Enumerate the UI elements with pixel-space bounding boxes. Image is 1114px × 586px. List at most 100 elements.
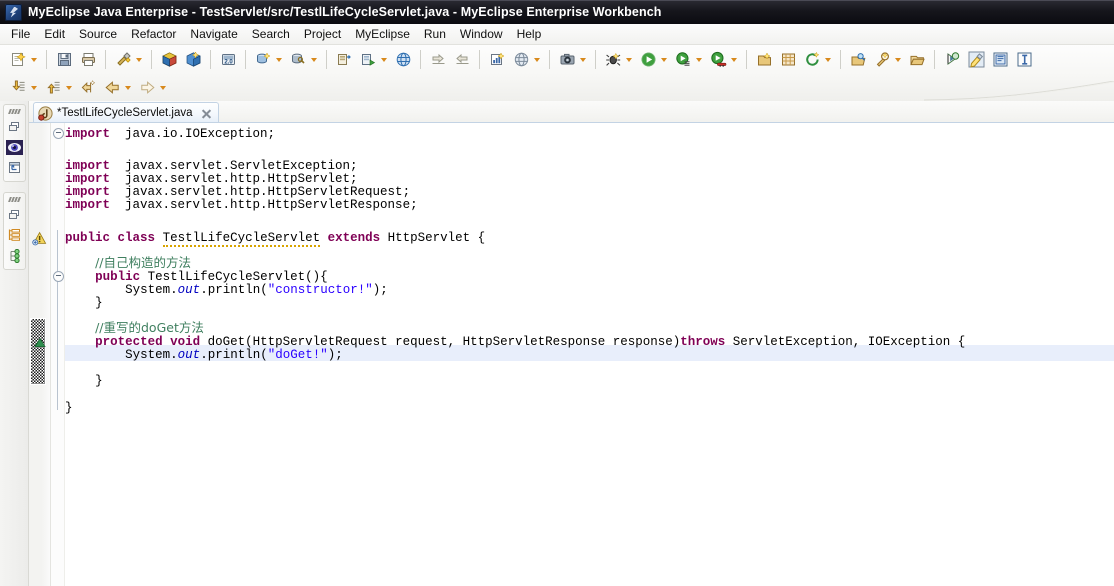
hierarchy-icon[interactable] [4,246,25,266]
chevron-down-icon[interactable] [30,76,39,98]
code-line[interactable]: public class TestlLifeCycleServlet exten… [65,230,486,247]
db-explorer-icon[interactable] [287,48,309,70]
chevron-down-icon[interactable] [30,48,39,70]
outline-icon[interactable] [4,225,25,245]
export-icon[interactable] [451,48,473,70]
code-text-layer[interactable]: import java.io.IOException; import javax.… [65,123,1114,586]
drag-grip[interactable] [4,107,25,115]
save-icon[interactable] [53,48,75,70]
deploy-blue-cube-icon[interactable] [182,48,204,70]
code-text: HttpServlet { [380,231,486,245]
close-icon[interactable] [200,107,213,120]
chevron-down-icon[interactable] [660,48,669,70]
code-keyword: class [117,231,156,245]
browser-icon[interactable] [392,48,414,70]
chevron-down-icon[interactable] [824,48,833,70]
chevron-down-icon[interactable] [625,48,634,70]
code-line[interactable]: import javax.servlet.http.HttpServletRes… [65,197,418,213]
editor-folding-column[interactable] [51,123,65,586]
chevron-down-icon[interactable] [310,48,319,70]
fold-collapse-icon[interactable] [53,271,64,282]
new-wizard-icon[interactable] [7,48,29,70]
menu-myeclipse[interactable]: MyEclipse [348,25,417,43]
code-text: } [65,401,73,415]
snapshot-icon[interactable] [556,48,578,70]
new-java-package-icon[interactable] [753,48,775,70]
run-server-icon[interactable] [357,48,379,70]
web-report-icon[interactable] [510,48,532,70]
code-line[interactable]: } [65,400,73,416]
menu-run[interactable]: Run [417,25,453,43]
toolbar-separator [549,49,550,69]
menu-search[interactable]: Search [245,25,297,43]
chevron-down-icon[interactable] [135,48,144,70]
new-database-icon[interactable] [252,48,274,70]
drag-grip[interactable] [4,195,25,203]
myeclipse-perspective-icon[interactable] [4,137,25,157]
chevron-down-icon[interactable] [65,76,74,98]
chevron-down-icon[interactable] [730,48,739,70]
ejb-20-icon[interactable]: 2.0 [217,48,239,70]
deploy-cube-icon[interactable] [158,48,180,70]
chevron-down-icon[interactable] [275,48,284,70]
java-file-icon [38,105,53,121]
run-external-icon[interactable] [707,48,729,70]
menu-source[interactable]: Source [72,25,124,43]
chevron-down-icon[interactable] [124,76,133,98]
code-line[interactable]: } [95,295,103,311]
toggle-block-selection-icon[interactable] [989,48,1011,70]
minimize-icon[interactable] [4,158,25,178]
forward-icon[interactable] [136,76,158,98]
new-report-icon[interactable] [486,48,508,70]
code-line[interactable]: System.out.println("doGet!"); [125,347,343,363]
chevron-down-icon[interactable] [159,76,168,98]
open-resource-icon[interactable] [906,48,928,70]
menu-bar: File Edit Source Refactor Navigate Searc… [0,24,1114,45]
toolbar-separator [210,49,211,69]
fold-collapse-icon[interactable] [53,128,64,139]
debug-icon[interactable] [602,48,624,70]
warning-marker-icon[interactable] [32,231,48,246]
show-whitespace-icon[interactable] [1013,48,1035,70]
code-line[interactable]: System.out.println("constructor!"); [125,282,388,298]
run-history-icon[interactable] [672,48,694,70]
editor-tab-testlifecycleservlet[interactable]: *TestlLifeCycleServlet.java [33,102,219,123]
refresh-icon[interactable] [801,48,823,70]
menu-window[interactable]: Window [453,25,510,43]
step-return-icon[interactable] [42,76,64,98]
build-all-icon[interactable] [112,48,134,70]
fastview-stack-bottom [3,192,26,270]
next-annotation-icon[interactable] [941,48,963,70]
code-line[interactable]: } [95,373,103,389]
run-icon[interactable] [637,48,659,70]
open-type-icon[interactable] [847,48,869,70]
code-editor[interactable]: import java.io.IOException; import javax.… [29,123,1114,586]
menu-project[interactable]: Project [297,25,348,43]
chevron-down-icon[interactable] [533,48,542,70]
new-class-icon[interactable] [777,48,799,70]
server-config-icon[interactable] [333,48,355,70]
highlight-icon[interactable] [965,48,987,70]
print-icon[interactable] [77,48,99,70]
menu-refactor[interactable]: Refactor [124,25,183,43]
import-icon[interactable] [427,48,449,70]
editor-gutter[interactable] [29,123,51,586]
menu-file[interactable]: File [4,25,37,43]
restore-icon[interactable] [4,116,25,136]
chevron-down-icon[interactable] [380,48,389,70]
fast-view-bar [0,101,29,586]
override-method-icon[interactable] [32,335,48,350]
chevron-down-icon[interactable] [579,48,588,70]
toolbar-separator [746,49,747,69]
step-into-icon[interactable] [7,76,29,98]
chevron-down-icon[interactable] [695,48,704,70]
menu-edit[interactable]: Edit [37,25,72,43]
restore-icon[interactable] [4,204,25,224]
code-line[interactable]: import java.io.IOException; [65,126,275,142]
back-icon[interactable] [101,76,123,98]
chevron-down-icon[interactable] [894,48,903,70]
previous-edit-icon[interactable] [77,76,99,98]
search-icon[interactable] [871,48,893,70]
menu-navigate[interactable]: Navigate [183,25,244,43]
menu-help[interactable]: Help [510,25,549,43]
